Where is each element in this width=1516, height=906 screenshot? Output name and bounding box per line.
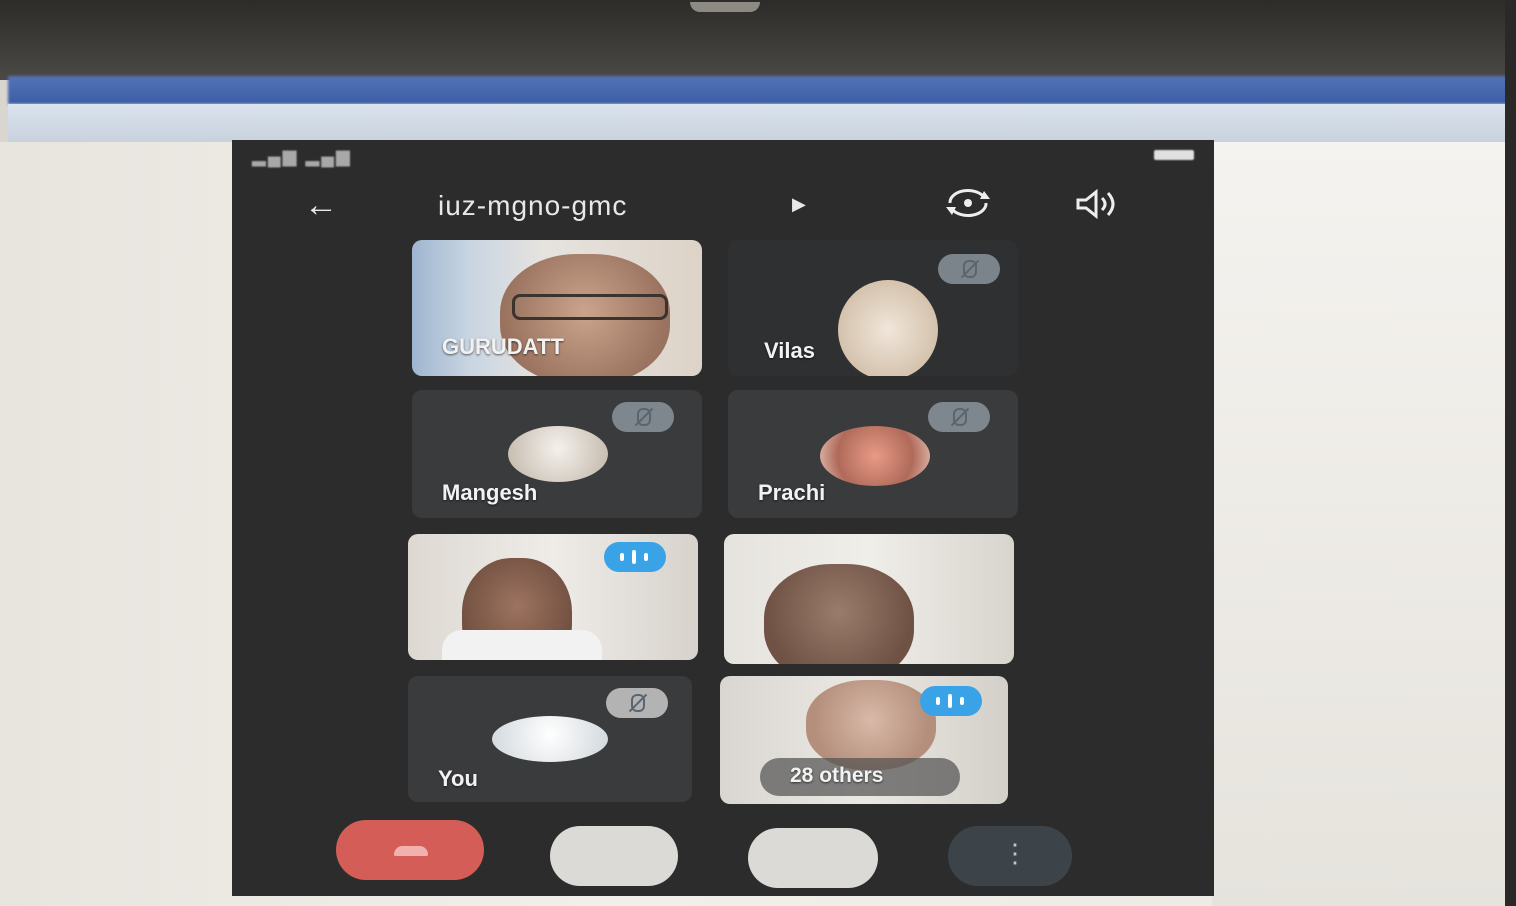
participant-name: GURUDATT xyxy=(442,334,564,359)
speaker-icon[interactable] xyxy=(1072,188,1126,220)
more-vert-icon[interactable] xyxy=(948,826,1072,886)
participant-name: You xyxy=(438,766,478,791)
meeting-code[interactable]: iuz-mgno-gmc xyxy=(438,190,627,222)
camera-button[interactable] xyxy=(748,828,878,888)
microphone-button[interactable] xyxy=(550,826,678,886)
arrow-left-icon[interactable]: ← xyxy=(304,188,338,222)
mic-off-icon xyxy=(938,254,1000,284)
caret-right-icon[interactable]: ▶ xyxy=(792,194,806,215)
glasses xyxy=(512,294,668,320)
status-bar: ▂▄▆ ▂▄▆ xyxy=(232,140,1214,168)
switch-camera-icon[interactable] xyxy=(942,188,994,218)
participant-face xyxy=(806,680,936,770)
avatar xyxy=(492,716,608,762)
monitor-webcam xyxy=(690,2,760,12)
desktop-background-right xyxy=(1212,142,1512,906)
avatar xyxy=(838,280,938,376)
participant-tile[interactable]: Vilas xyxy=(728,240,1018,376)
signal-icon: ▂▄▆ ▂▄▆ xyxy=(252,146,352,166)
participant-tile[interactable] xyxy=(408,534,698,660)
speaking-indicator-icon xyxy=(920,686,982,716)
shirt xyxy=(442,630,602,660)
participant-tile[interactable]: Prachi xyxy=(728,390,1018,518)
meet-call-screen: ▂▄▆ ▂▄▆ ← iuz-mgno-gmc ▶ GURUDATT Vilas xyxy=(232,140,1214,896)
end-call-button[interactable] xyxy=(336,820,484,880)
participant-tile[interactable]: Mangesh xyxy=(412,390,702,518)
participant-name: Prachi xyxy=(758,480,826,505)
participant-tile[interactable] xyxy=(724,534,1014,664)
participant-face xyxy=(764,564,914,664)
monitor-edge xyxy=(1505,0,1516,906)
mic-off-icon xyxy=(612,402,674,432)
call-controls xyxy=(232,812,1214,896)
participant-tile[interactable]: GURUDATT xyxy=(412,240,702,376)
battery-icon xyxy=(1154,150,1194,160)
avatar xyxy=(820,426,930,486)
window-frame xyxy=(8,104,1510,142)
others-count: 28 others xyxy=(790,764,884,787)
participant-name: Vilas xyxy=(764,338,815,363)
monitor-bezel xyxy=(0,0,1516,80)
participant-tile-others[interactable]: 28 others xyxy=(720,676,1008,804)
mic-off-icon xyxy=(928,402,990,432)
participant-tile-self[interactable]: You xyxy=(408,676,692,802)
participant-name: Mangesh xyxy=(442,480,538,505)
speaking-indicator-icon xyxy=(604,542,666,572)
call-header: ← iuz-mgno-gmc ▶ xyxy=(232,178,1214,234)
mic-off-icon xyxy=(606,688,668,718)
avatar xyxy=(508,426,608,482)
desktop-taskbar xyxy=(8,76,1510,104)
